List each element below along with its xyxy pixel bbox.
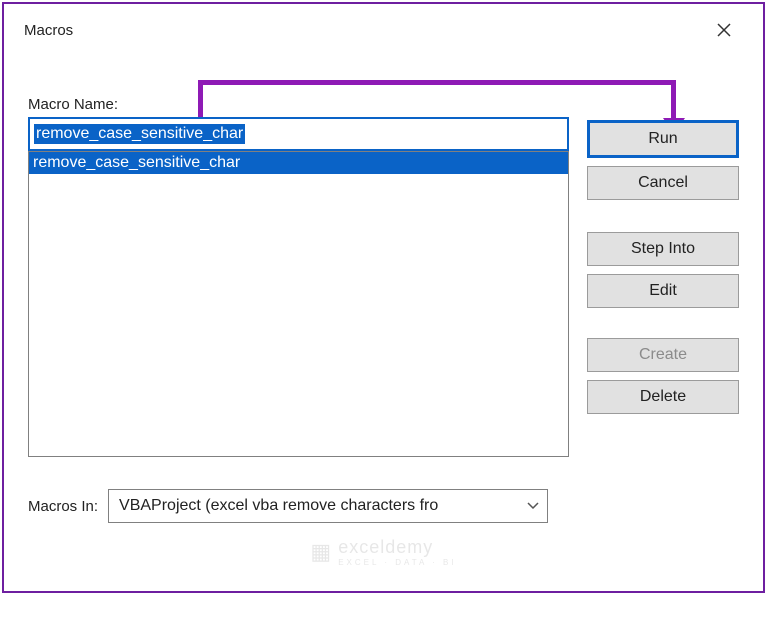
- annotation-frame: Macros Macro Name: remove_case_sensitive…: [2, 2, 765, 593]
- delete-button[interactable]: Delete: [587, 380, 739, 414]
- macros-dialog: Macros Macro Name: remove_case_sensitive…: [12, 10, 755, 583]
- run-button[interactable]: Run: [587, 120, 739, 158]
- dialog-content: Macro Name: remove_case_sensitive_char r…: [12, 50, 755, 623]
- close-button[interactable]: [701, 13, 747, 47]
- macros-in-select[interactable]: VBAProject (excel vba remove characters …: [108, 489, 548, 523]
- create-button: Create: [587, 338, 739, 372]
- macro-name-input-text: remove_case_sensitive_char: [34, 124, 245, 144]
- macros-in-value: VBAProject (excel vba remove characters …: [119, 497, 438, 515]
- list-item[interactable]: remove_case_sensitive_char: [29, 152, 568, 174]
- close-icon: [717, 23, 731, 37]
- cancel-button[interactable]: Cancel: [587, 166, 739, 200]
- step-into-button[interactable]: Step Into: [587, 232, 739, 266]
- edit-button[interactable]: Edit: [587, 274, 739, 308]
- titlebar: Macros: [12, 10, 755, 50]
- chevron-down-icon: [527, 499, 539, 513]
- macro-name-input[interactable]: remove_case_sensitive_char: [28, 117, 569, 151]
- window-title: Macros: [24, 22, 73, 39]
- macro-name-label: Macro Name:: [28, 96, 569, 113]
- macros-in-label: Macros In:: [28, 498, 98, 515]
- macro-list[interactable]: remove_case_sensitive_char: [28, 151, 569, 457]
